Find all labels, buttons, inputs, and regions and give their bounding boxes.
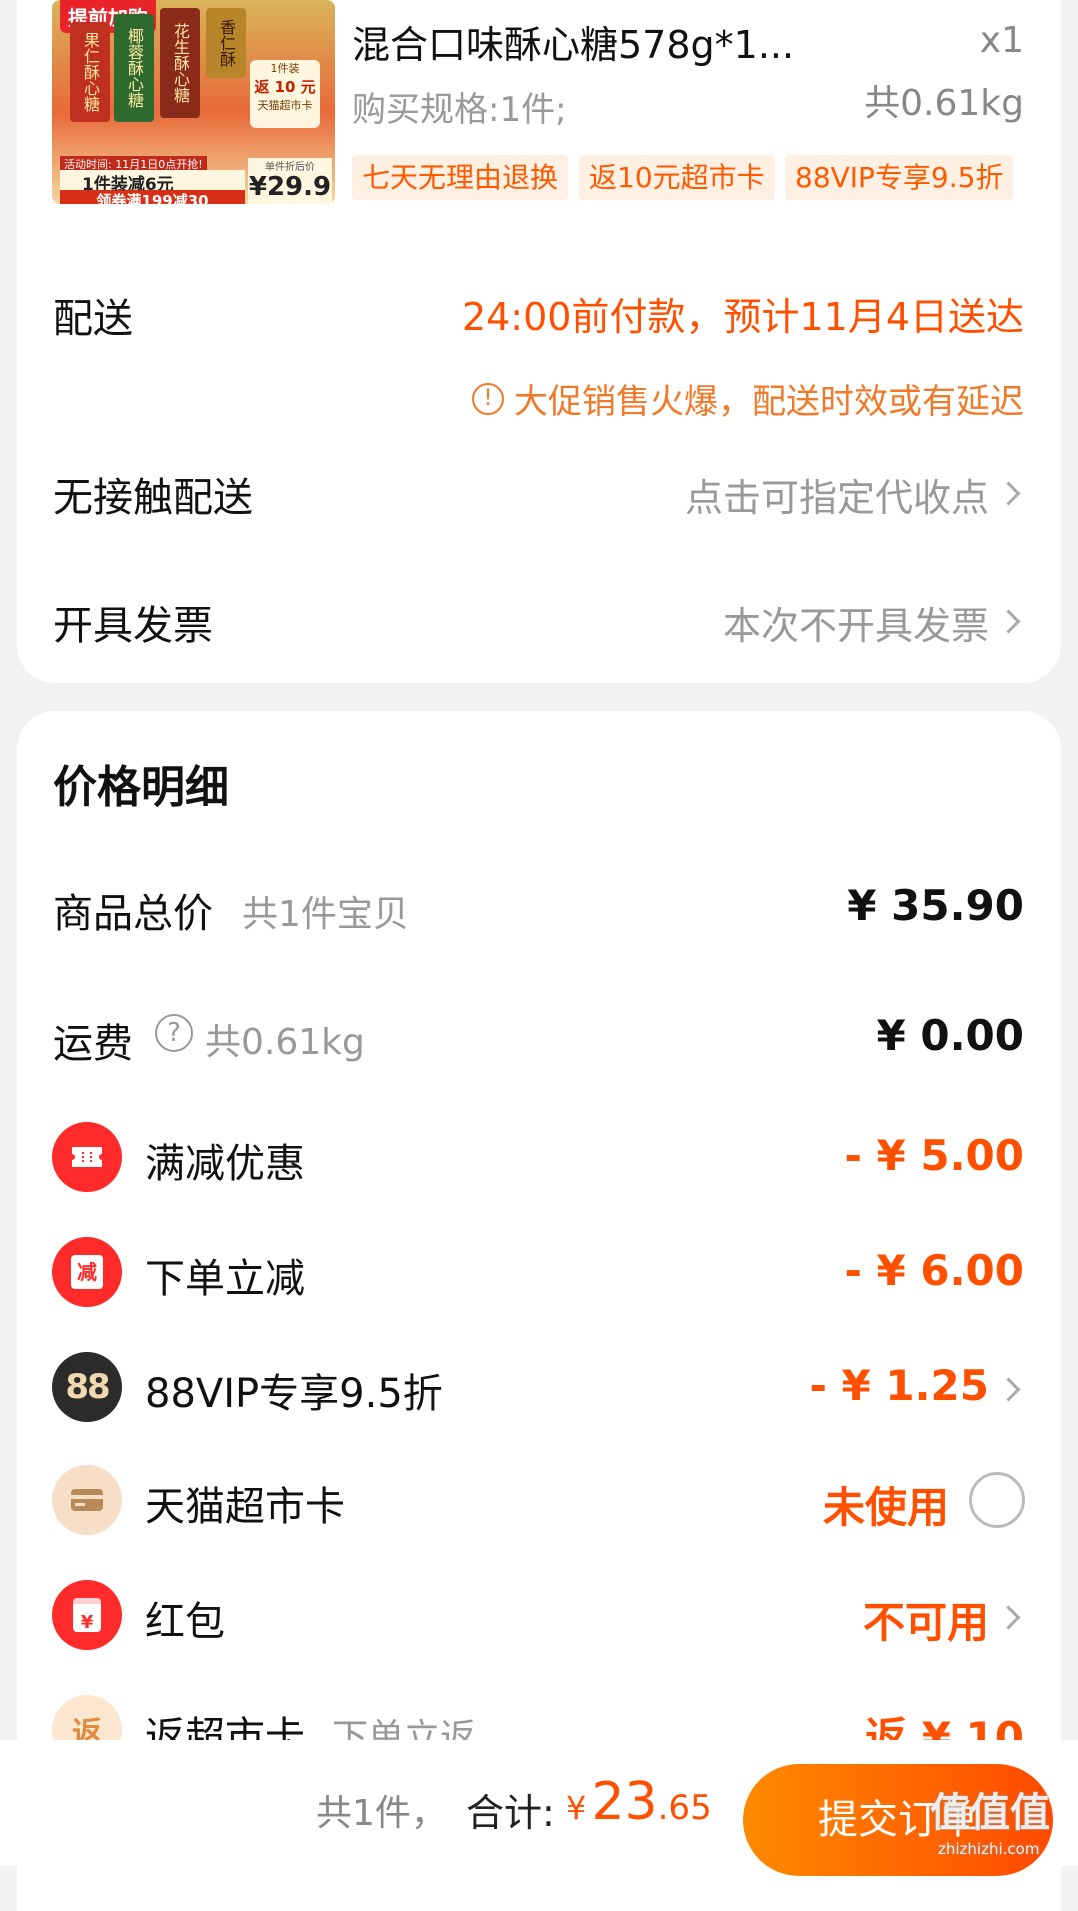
candy-pack-2: 椰蓉酥心糖 — [114, 14, 154, 122]
market-card-value: 未使用 — [822, 1483, 949, 1532]
red-packet-icon: ¥ — [52, 1580, 122, 1650]
checkout-bar: 共1件， 合计: ¥ 23.65 提交订单 值值值 zhizhizhi.com — [0, 1740, 1078, 1876]
candy-pack-3: 花生酥心糖 — [160, 8, 200, 118]
product-title[interactable]: 混合口味酥心糖578g*1... — [352, 14, 794, 69]
delivery-warning-text: 大促销售火爆，配送时效或有延迟 — [514, 382, 1024, 422]
total-amount: ¥ 23.65 — [566, 1772, 712, 1832]
red-packet-label: 红包 — [145, 1599, 225, 1645]
subtotal-label: 商品总价 — [53, 891, 213, 937]
discount-icon: 减 — [52, 1237, 122, 1307]
ticket-icon — [52, 1122, 122, 1192]
contactless-label: 无接触配送 — [53, 475, 253, 521]
total-dec: .65 — [657, 1788, 712, 1828]
total-int: 23 — [591, 1772, 658, 1832]
warning-icon: ! — [472, 382, 504, 415]
invoice-row[interactable]: 开具发票 本次不开具发票 — [17, 585, 1061, 655]
chevron-right-icon[interactable] — [996, 1377, 1021, 1402]
help-icon[interactable]: ? — [155, 1014, 193, 1052]
watermark-url: zhizhizhi.com — [938, 1840, 1040, 1858]
order-item-card: 提前加购 果仁酥心糖 椰蓉酥心糖 花生酥心糖 香仁酥 1件装 返 10 元 天猫… — [17, 0, 1061, 683]
red-packet-value[interactable]: 不可用 — [863, 1589, 989, 1650]
price-detail-title: 价格明细 — [53, 762, 229, 813]
shipping-note: 共0.61kg — [205, 1022, 365, 1063]
tag-vip: 88VIP专享9.5折 — [785, 155, 1014, 200]
order-discount-label: 下单立减 — [145, 1256, 305, 1302]
vip-label[interactable]: 88VIP专享9.5折 — [145, 1361, 443, 1419]
candy-pack-4: 香仁酥 — [206, 8, 246, 78]
item-count: 共1件， — [316, 1793, 447, 1834]
watermark-logo: 值值值 — [930, 1790, 1050, 1836]
invoice-value: 本次不开具发票 — [722, 604, 989, 648]
vip-value[interactable]: - ¥ 1.25 — [809, 1361, 989, 1410]
contactless-value: 点击可指定代收点 — [684, 476, 989, 520]
subtotal-note: 共1件宝贝 — [242, 894, 409, 935]
vip-88-icon: 88 — [52, 1352, 122, 1422]
contactless-row[interactable]: 无接触配送 点击可指定代收点 — [17, 455, 1061, 525]
market-card-radio[interactable] — [969, 1472, 1025, 1528]
delivery-warning: ! 大促销售火爆，配送时效或有延迟 — [472, 374, 1024, 423]
image-price-box: 单件折后价 ¥29.9 — [248, 158, 332, 204]
promo-line2: 领券满199减30 — [60, 190, 245, 204]
chevron-right-icon — [996, 481, 1021, 506]
product-weight: 共0.61kg — [864, 83, 1024, 124]
invoice-label: 开具发票 — [53, 603, 213, 649]
chevron-right-icon — [996, 609, 1021, 634]
shipping-label: 运费 — [53, 1021, 133, 1067]
product-quantity: x1 — [979, 20, 1024, 61]
delivery-label: 配送 — [53, 296, 133, 342]
candy-pack-1: 果仁酥心糖 — [70, 22, 110, 122]
card-icon — [52, 1465, 122, 1535]
full-reduction-label: 满减优惠 — [145, 1141, 305, 1187]
price-detail-card: 价格明细 商品总价 共1件宝贝 ¥ 35.90 运费 ? 共0.61kg ¥ 0… — [17, 711, 1061, 1911]
chevron-right-icon[interactable] — [996, 1605, 1021, 1630]
total-label: 合计: — [466, 1791, 555, 1835]
product-image[interactable]: 提前加购 果仁酥心糖 椰蓉酥心糖 花生酥心糖 香仁酥 1件装 返 10 元 天猫… — [52, 0, 335, 204]
tag-return: 七天无理由退换 — [352, 155, 569, 200]
product-spec[interactable]: 购买规格:1件; — [352, 82, 567, 131]
order-discount-value: - ¥ 6.00 — [844, 1246, 1024, 1295]
tag-rebate: 返10元超市卡 — [579, 155, 775, 200]
market-card-label: 天猫超市卡 — [145, 1484, 345, 1530]
shipping-value: ¥ 0.00 — [876, 1011, 1024, 1060]
rebate-box: 1件装 返 10 元 天猫超市卡 — [250, 60, 320, 128]
subtotal-value: ¥ 35.90 — [847, 881, 1024, 930]
delivery-estimate: 24:00前付款，预计11月4日送达 — [461, 295, 1024, 339]
full-reduction-value: - ¥ 5.00 — [844, 1131, 1024, 1180]
total-currency: ¥ — [566, 1789, 587, 1827]
